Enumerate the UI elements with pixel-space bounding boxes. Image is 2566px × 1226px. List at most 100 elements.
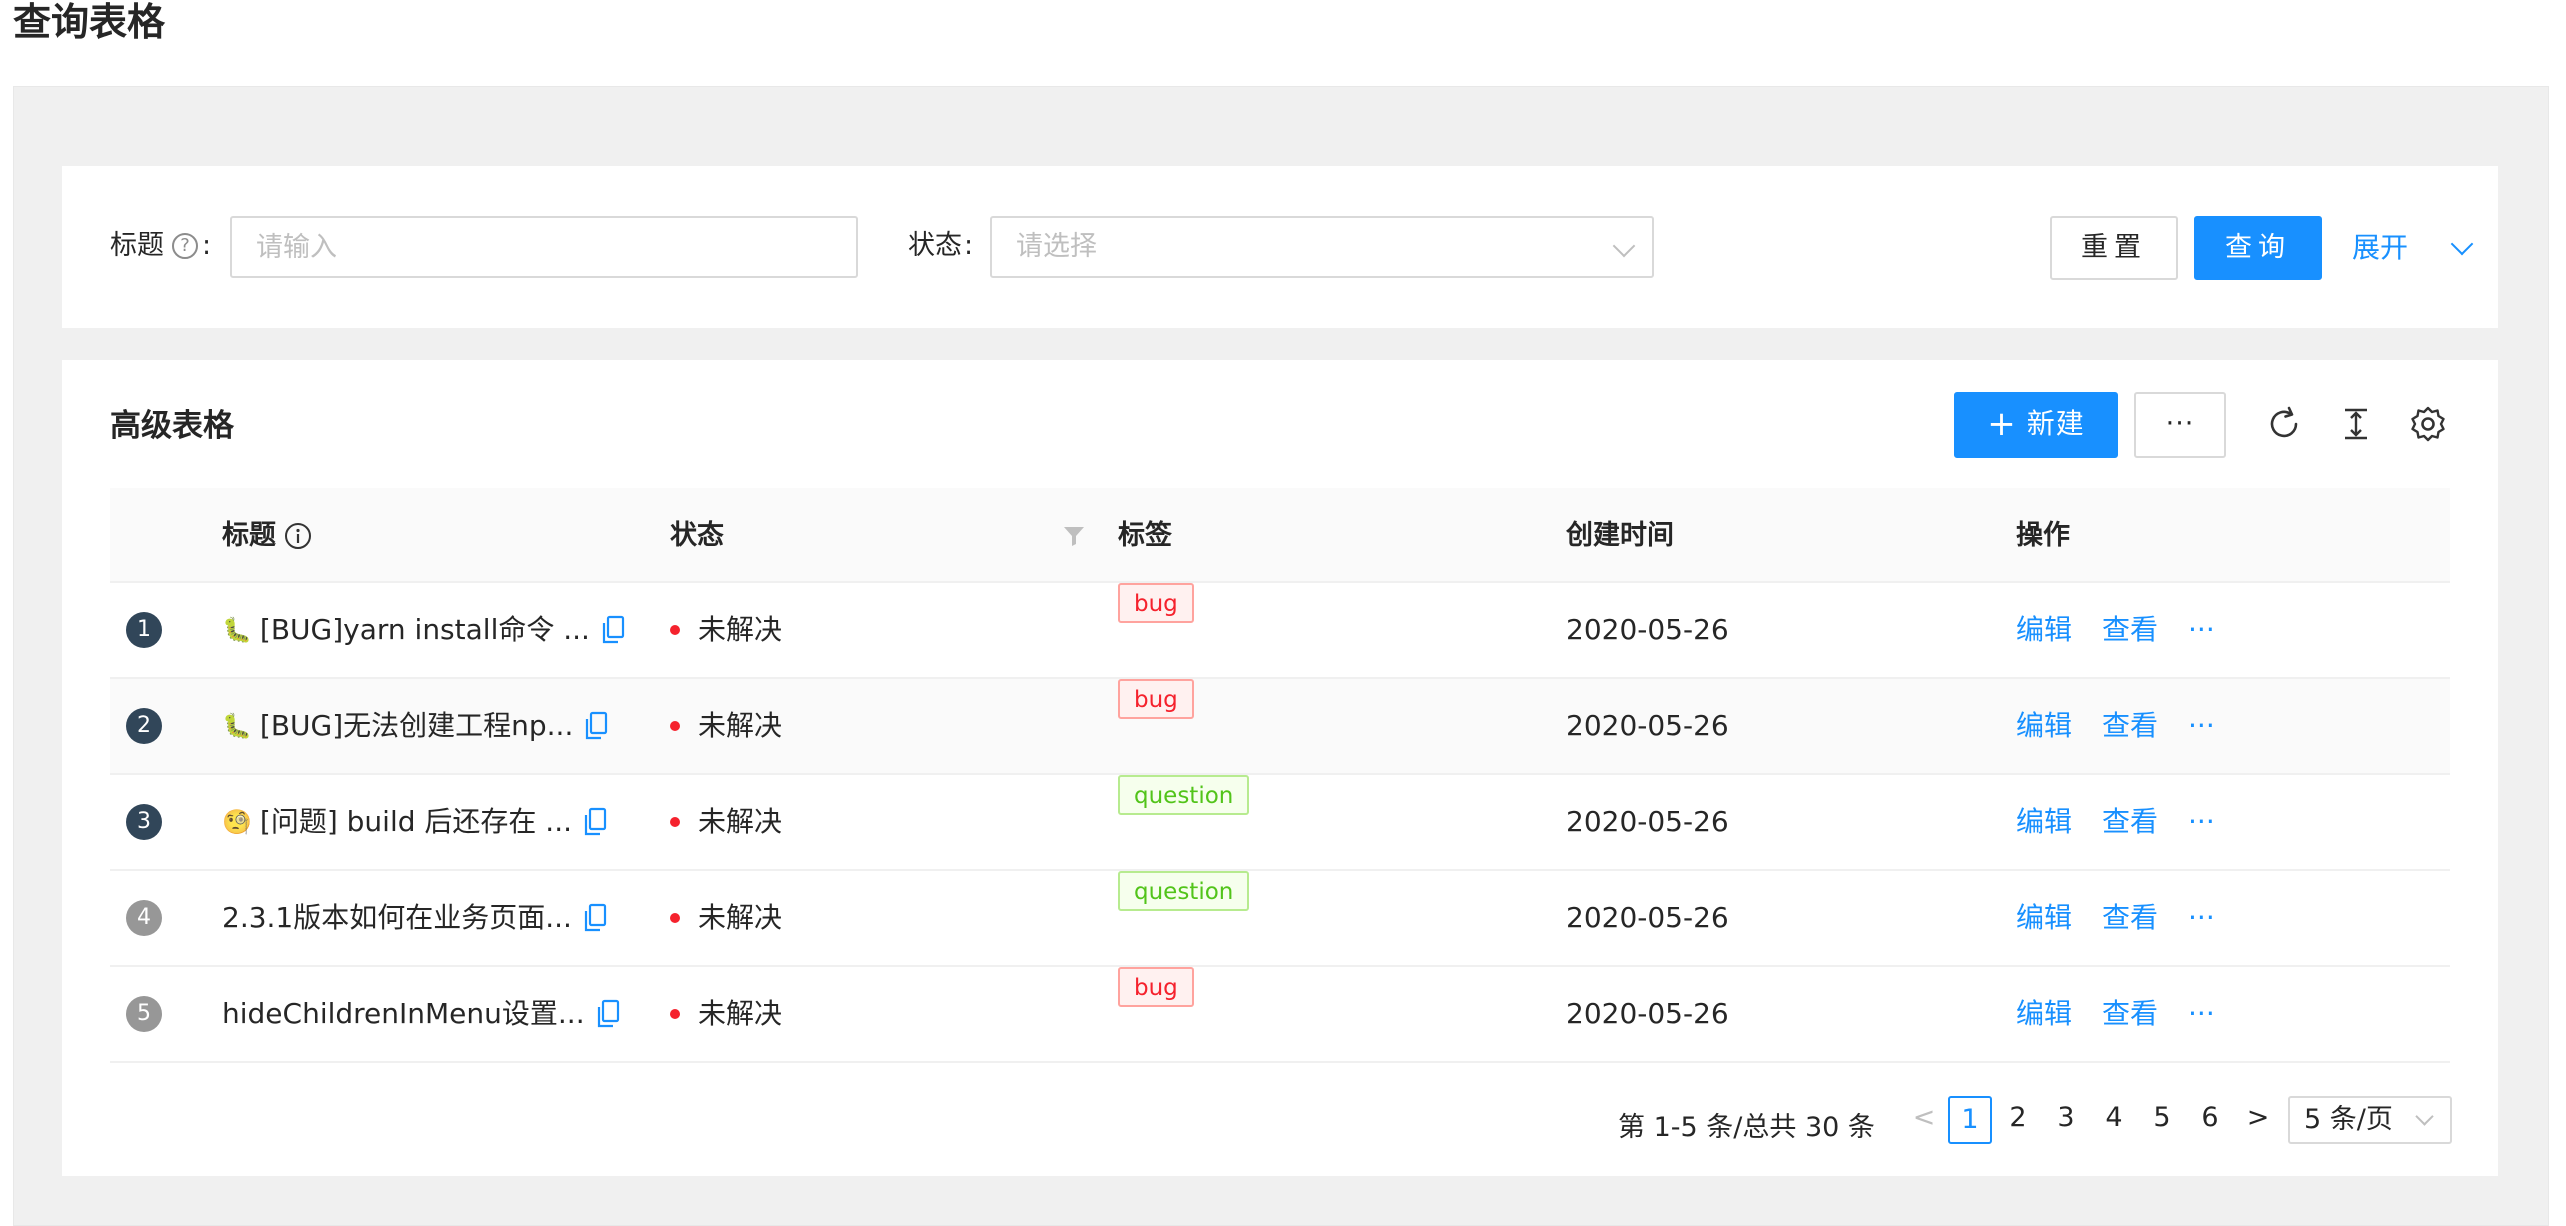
status-field-label: 状态 : [908, 216, 973, 276]
plus-icon: + [1987, 404, 2017, 444]
view-link[interactable]: 查看 [2102, 871, 2158, 965]
reload-icon[interactable] [2262, 402, 2306, 446]
table-row: 2 🐛 [BUG]无法创建工程np... 未解决 bug 2020-05-26 … [110, 679, 2450, 775]
title-input[interactable] [232, 218, 856, 276]
page-title: 查询表格 [13, 0, 166, 44]
row-more-link[interactable]: ··· [2188, 583, 2215, 677]
info-circle-icon[interactable] [284, 522, 312, 550]
title-input-wrapper [230, 216, 858, 278]
row-date: 2020-05-26 [1566, 709, 1729, 742]
table-row: 3 🧐 [问题] build 后还存在 ... 未解决 question 202… [110, 775, 2450, 871]
status-label-text: 状态 [908, 230, 962, 261]
title-label-colon: : [202, 230, 212, 261]
table-card: 高级表格 + 新建 ··· 标题 状态 标签 创建时间 操作 1 🐛 [BUG]… [62, 360, 2498, 1176]
pagination-page-3[interactable]: 3 [2044, 1096, 2088, 1144]
pagination-page-6[interactable]: 6 [2188, 1096, 2232, 1144]
chevron-down-icon [1612, 234, 1636, 258]
pagination-next[interactable]: > [2236, 1096, 2280, 1144]
copy-icon[interactable] [600, 615, 626, 645]
row-more-link[interactable]: ··· [2188, 679, 2215, 773]
row-status-text: 未解决 [698, 805, 783, 838]
status-select[interactable]: 请选择 [990, 216, 1654, 278]
column-height-icon[interactable] [2334, 402, 2378, 446]
query-button[interactable]: 查询 [2194, 216, 2322, 280]
row-title-cell: 2.3.1版本如何在业务页面... [222, 871, 608, 965]
reset-button[interactable]: 重置 [2050, 216, 2178, 280]
row-title-text: hideChildrenInMenu设置... [222, 997, 585, 1030]
new-button[interactable]: + 新建 [1954, 392, 2118, 458]
row-actions: 编辑 查看 ··· [2016, 679, 2215, 773]
row-tag-cell: bug [1118, 679, 1194, 719]
row-actions: 编辑 查看 ··· [2016, 775, 2215, 869]
row-title-cell: 🧐 [问题] build 后还存在 ... [222, 775, 608, 869]
edit-link[interactable]: 编辑 [2016, 871, 2072, 965]
monocle-emoji-icon: 🧐 [222, 808, 252, 836]
status-dot [670, 913, 680, 923]
pagination-page-4[interactable]: 4 [2092, 1096, 2136, 1144]
edit-link[interactable]: 编辑 [2016, 967, 2072, 1061]
row-title-text: [BUG]无法创建工程np... [259, 709, 574, 742]
pagination-page-5[interactable]: 5 [2140, 1096, 2184, 1144]
view-link[interactable]: 查看 [2102, 775, 2158, 869]
page-size-value: 5 条/页 [2304, 1104, 2393, 1135]
tag-question: question [1118, 871, 1250, 911]
row-tag-cell: question [1118, 871, 1250, 911]
row-more-link[interactable]: ··· [2188, 775, 2215, 869]
pagination-page-1[interactable]: 1 [1948, 1096, 1992, 1144]
pagination-prev[interactable]: < [1902, 1096, 1946, 1144]
view-link[interactable]: 查看 [2102, 967, 2158, 1061]
row-index-badge: 2 [126, 708, 162, 744]
row-date: 2020-05-26 [1566, 901, 1729, 934]
row-status-text: 未解决 [698, 613, 783, 646]
edit-link[interactable]: 编辑 [2016, 583, 2072, 677]
row-title-text: [问题] build 后还存在 ... [259, 805, 572, 838]
view-link[interactable]: 查看 [2102, 679, 2158, 773]
copy-icon[interactable] [582, 807, 608, 837]
column-header-status: 状态 [670, 520, 724, 551]
row-actions: 编辑 查看 ··· [2016, 967, 2215, 1061]
row-date: 2020-05-26 [1566, 613, 1729, 646]
setting-icon[interactable] [2406, 402, 2450, 446]
pagination-page-2[interactable]: 2 [1996, 1096, 2040, 1144]
column-header-title: 标题 [222, 488, 312, 583]
column-header-tags: 标签 [1118, 520, 1172, 551]
more-actions-button[interactable]: ··· [2134, 392, 2226, 458]
row-actions: 编辑 查看 ··· [2016, 583, 2215, 677]
edit-link[interactable]: 编辑 [2016, 775, 2072, 869]
row-more-link[interactable]: ··· [2188, 871, 2215, 965]
row-status-cell: 未解决 [670, 679, 782, 773]
row-index-badge: 3 [126, 804, 162, 840]
edit-link[interactable]: 编辑 [2016, 679, 2072, 773]
tag-question: question [1118, 775, 1250, 815]
row-status-cell: 未解决 [670, 775, 782, 869]
expand-toggle[interactable]: 展开 [2352, 216, 2512, 280]
row-status-cell: 未解决 [670, 871, 782, 965]
status-dot [670, 625, 680, 635]
row-status-text: 未解决 [698, 901, 783, 934]
page-size-select[interactable]: 5 条/页 [2288, 1096, 2452, 1144]
column-header-title-label: 标题 [222, 520, 276, 551]
expand-label: 展开 [2352, 231, 2409, 264]
tag-bug: bug [1118, 583, 1194, 623]
status-dot [670, 817, 680, 827]
row-title-text: [BUG]yarn install命令 ... [259, 613, 590, 646]
row-tag-cell: bug [1118, 967, 1194, 1007]
row-title-cell: hideChildrenInMenu设置... [222, 967, 621, 1061]
view-link[interactable]: 查看 [2102, 583, 2158, 677]
copy-icon[interactable] [583, 711, 609, 741]
question-circle-icon[interactable]: ? [172, 233, 198, 259]
row-status-cell: 未解决 [670, 967, 782, 1061]
row-tag-cell: bug [1118, 583, 1194, 623]
row-date: 2020-05-26 [1566, 997, 1729, 1030]
copy-icon[interactable] [582, 903, 608, 933]
new-button-label: 新建 [2026, 407, 2085, 440]
row-tag-cell: question [1118, 775, 1250, 815]
row-more-link[interactable]: ··· [2188, 967, 2215, 1061]
filter-icon[interactable] [1062, 524, 1086, 548]
row-index-badge: 4 [126, 900, 162, 936]
table-title: 高级表格 [110, 408, 234, 444]
column-header-created-at: 创建时间 [1566, 520, 1674, 551]
title-label-text: 标题 [110, 230, 164, 261]
row-title-cell: 🐛 [BUG]yarn install命令 ... [222, 583, 626, 677]
copy-icon[interactable] [595, 999, 621, 1029]
